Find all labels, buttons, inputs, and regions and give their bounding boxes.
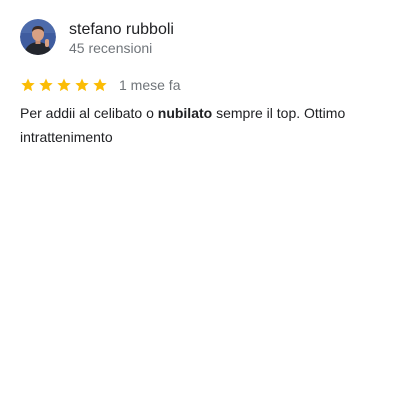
reviewer-name[interactable]: stefano rubboli bbox=[69, 20, 174, 40]
review-card: stefano rubboli 45 recensioni 1 mese fa … bbox=[0, 0, 400, 400]
review-text: Per addii al celibato o nubilato sempre … bbox=[20, 101, 390, 149]
rating-row: 1 mese fa bbox=[20, 75, 180, 95]
star-icon bbox=[39, 78, 53, 92]
star-icon bbox=[75, 78, 89, 92]
review-text-part: Per addii al celibato o bbox=[20, 105, 158, 121]
review-date: 1 mese fa bbox=[119, 77, 181, 93]
star-rating bbox=[20, 77, 110, 93]
review-text-bold: nubilato bbox=[157, 105, 213, 121]
avatar-photo bbox=[20, 19, 56, 55]
star-icon bbox=[57, 78, 71, 92]
review-count: 45 recensioni bbox=[69, 40, 153, 56]
reviewer-avatar[interactable] bbox=[20, 19, 56, 55]
star-icon bbox=[93, 78, 107, 92]
star-icon bbox=[21, 78, 35, 92]
